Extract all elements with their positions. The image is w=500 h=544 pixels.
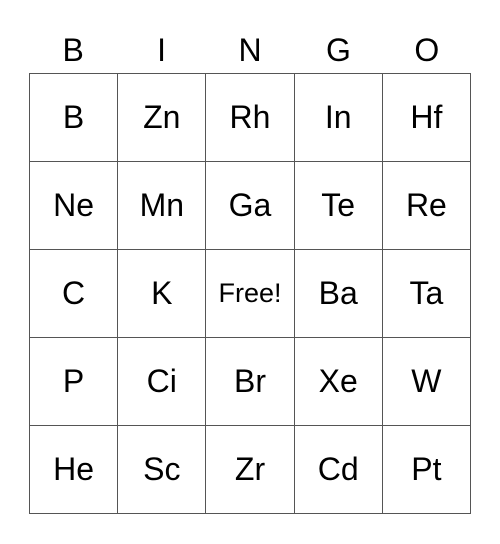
header-letter-b: B <box>62 32 84 68</box>
bingo-cell[interactable]: In <box>294 74 383 162</box>
bingo-cell[interactable]: Mn <box>118 162 207 250</box>
bingo-cell[interactable]: Sc <box>118 426 207 514</box>
bingo-cell[interactable]: Te <box>294 162 383 250</box>
bingo-cell[interactable]: Xe <box>294 338 383 426</box>
bingo-cell[interactable]: Rh <box>206 74 295 162</box>
header-letter-n: N <box>238 32 262 68</box>
header-letter-i: I <box>157 32 167 68</box>
bingo-cell[interactable]: P <box>30 338 119 426</box>
bingo-header: B I N G O <box>29 28 471 72</box>
bingo-cell[interactable]: Zr <box>206 426 295 514</box>
bingo-cell[interactable]: W <box>382 338 471 426</box>
bingo-cell[interactable]: Ne <box>30 162 119 250</box>
bingo-cell[interactable]: Ga <box>206 162 295 250</box>
bingo-cell[interactable]: B <box>30 74 119 162</box>
bingo-cell[interactable]: Hf <box>382 74 471 162</box>
bingo-cell[interactable]: K <box>118 250 207 338</box>
bingo-cell[interactable]: He <box>30 426 119 514</box>
bingo-cell[interactable]: Re <box>382 162 471 250</box>
bingo-cell[interactable]: Ta <box>382 250 471 338</box>
bingo-cell[interactable]: Pt <box>382 426 471 514</box>
header-letter-g: G <box>325 32 351 68</box>
bingo-cell[interactable]: Br <box>206 338 295 426</box>
bingo-cell[interactable]: Ba <box>294 250 383 338</box>
header-letter-o: O <box>414 32 440 68</box>
bingo-cell[interactable]: Cd <box>294 426 383 514</box>
bingo-board: B Zn Rh In Hf Ne Mn Ga Te Re C K Free! B… <box>29 73 471 514</box>
bingo-cell[interactable]: C <box>30 250 119 338</box>
bingo-cell[interactable]: Ci <box>118 338 207 426</box>
bingo-cell[interactable]: Zn <box>118 74 207 162</box>
free-space-cell[interactable]: Free! <box>206 250 295 338</box>
